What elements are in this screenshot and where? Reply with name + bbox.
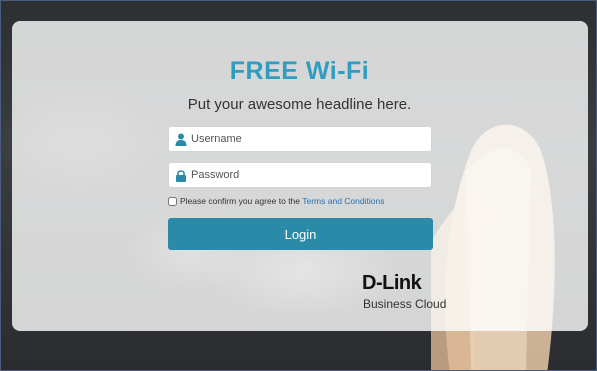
lock-icon xyxy=(176,170,186,182)
username-field[interactable] xyxy=(168,126,432,152)
brand-tagline: Business Cloud xyxy=(363,297,447,311)
terms-link[interactable]: Terms and Conditions xyxy=(302,196,384,206)
dlink-logo: D-Link xyxy=(362,272,422,294)
user-icon xyxy=(175,133,187,146)
login-button[interactable]: Login xyxy=(168,218,433,250)
headline: Put your awesome headline here. xyxy=(187,96,412,113)
page-title: FREE Wi-Fi xyxy=(229,57,370,85)
consent-row: Please confirm you agree to the Terms an… xyxy=(168,196,384,210)
terms-checkbox[interactable] xyxy=(168,197,177,206)
consent-text: Please confirm you agree to the xyxy=(180,196,301,206)
password-field[interactable] xyxy=(168,162,432,188)
username-input[interactable] xyxy=(191,127,427,151)
captive-portal-page: FREE Wi-Fi Put your awesome headline her… xyxy=(0,0,597,371)
password-input[interactable] xyxy=(191,163,427,187)
